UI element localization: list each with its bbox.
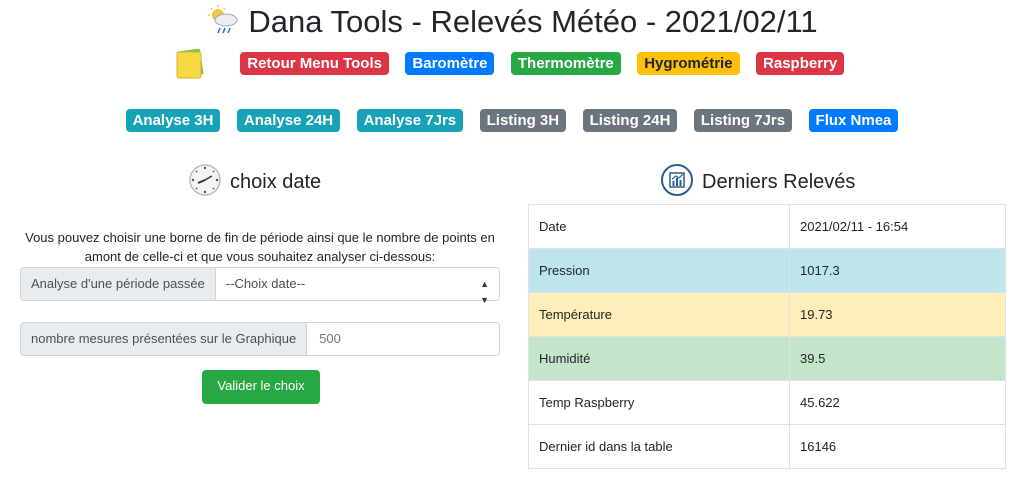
- analyse-3h-link[interactable]: Analyse 3H: [125, 109, 221, 132]
- row-label: Température: [528, 292, 790, 337]
- table-row: Humidité 39.5: [528, 336, 1006, 381]
- barometre-link[interactable]: Baromètre: [405, 52, 495, 75]
- analyse-24h-link[interactable]: Analyse 24H: [236, 109, 341, 132]
- row-label: Date: [528, 204, 790, 249]
- period-select[interactable]: --Choix date-- ▲ ▼: [215, 267, 500, 305]
- count-label: nombre mesures présentées sur le Graphiq…: [20, 322, 308, 356]
- analyse-7jrs-link[interactable]: Analyse 7Jrs: [356, 109, 464, 132]
- table-row: Date 2021/02/11 - 16:54: [528, 204, 1006, 249]
- nav-primary: Retour Menu Tools Baromètre Thermomètre …: [0, 48, 1024, 80]
- nav-secondary: Analyse 3H Analyse 24H Analyse 7Jrs List…: [0, 109, 1024, 132]
- period-input-group: Analyse d'une période passée --Choix dat…: [20, 267, 500, 305]
- choix-date-title: choix date: [230, 171, 322, 193]
- hygrometrie-link[interactable]: Hygrométrie: [637, 52, 740, 75]
- clock-icon: [189, 164, 221, 196]
- row-label: Temp Raspberry: [528, 380, 790, 425]
- row-label: Pression: [528, 248, 790, 293]
- flux-nmea-link[interactable]: Flux Nmea: [808, 109, 899, 132]
- chart-icon: [661, 164, 693, 196]
- listing-3h-link[interactable]: Listing 3H: [479, 109, 567, 132]
- row-value: 19.73: [789, 292, 1006, 337]
- count-input-group: nombre mesures présentées sur le Graphiq…: [20, 322, 500, 356]
- listing-24h-link[interactable]: Listing 24H: [582, 109, 678, 132]
- period-select-value: --Choix date--: [225, 276, 306, 291]
- row-value: 45.622: [789, 380, 1006, 425]
- table-row: Temp Raspberry 45.622: [528, 380, 1006, 425]
- page-title: Dana Tools - Relevés Météo - 2021/02/11: [0, 2, 1024, 42]
- period-description: Vous pouvez choisir une borne de fin de …: [25, 230, 495, 264]
- retour-menu-tools-link[interactable]: Retour Menu Tools: [240, 52, 389, 75]
- raspberry-link[interactable]: Raspberry: [756, 52, 845, 75]
- weather-rain-icon: [208, 5, 238, 34]
- row-value: 1017.3: [789, 248, 1006, 293]
- period-label: Analyse d'une période passée: [20, 267, 216, 301]
- table-row: Pression 1017.3: [528, 248, 1006, 293]
- row-value: 16146: [789, 424, 1006, 469]
- releves-table: Date 2021/02/11 - 16:54 Pression 1017.3 …: [528, 204, 1006, 469]
- title-text: Dana Tools - Relevés Météo - 2021/02/11: [248, 4, 818, 39]
- row-value: 2021/02/11 - 16:54: [789, 204, 1006, 249]
- row-label: Dernier id dans la table: [528, 424, 790, 469]
- derniers-releves-heading: Derniers Relevés: [660, 163, 855, 197]
- listing-7jrs-link[interactable]: Listing 7Jrs: [693, 109, 793, 132]
- choix-date-heading: choix date: [188, 163, 321, 197]
- count-input[interactable]: 500: [307, 322, 500, 356]
- table-row: Température 19.73: [528, 292, 1006, 337]
- thermometre-link[interactable]: Thermomètre: [510, 52, 621, 75]
- table-row: Dernier id dans la table 16146: [528, 424, 1006, 469]
- derniers-releves-title: Derniers Relevés: [702, 171, 856, 193]
- valider-button[interactable]: Valider le choix: [202, 370, 320, 404]
- sticky-notes-icon[interactable]: [174, 48, 206, 80]
- row-value: 39.5: [789, 336, 1006, 381]
- row-label: Humidité: [528, 336, 790, 381]
